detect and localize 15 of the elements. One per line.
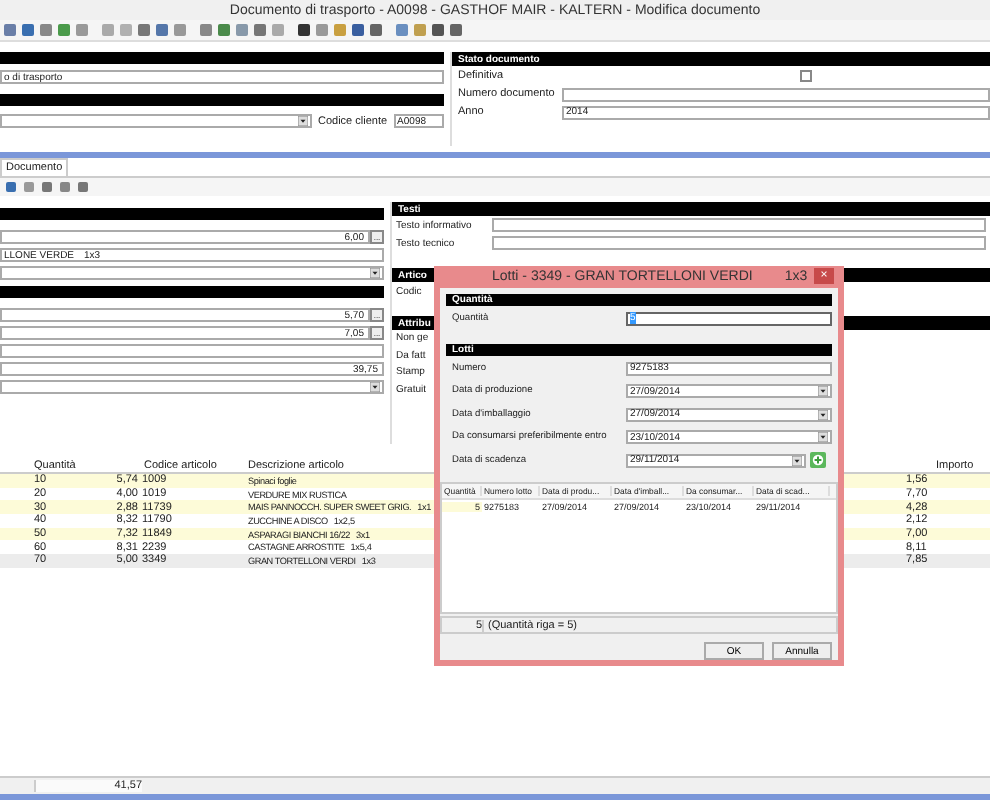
dropdown-arrow-icon[interactable]	[818, 409, 828, 420]
dropdown-arrow-icon[interactable]	[818, 432, 828, 443]
text-field[interactable]	[492, 236, 986, 250]
dropdown-field[interactable]	[0, 266, 384, 280]
dropdown-field[interactable]	[0, 380, 384, 394]
checkbox[interactable]	[800, 70, 812, 82]
number-field[interactable]	[0, 344, 384, 358]
dropdown-arrow-icon[interactable]	[370, 268, 380, 278]
dropdown-arrow-icon[interactable]	[792, 455, 802, 466]
plus-icon[interactable]	[810, 452, 826, 469]
dropdown-arrow-icon[interactable]	[370, 382, 380, 392]
text-field[interactable]	[562, 87, 990, 101]
dropdown-arrow-icon[interactable]	[818, 386, 828, 397]
text-field[interactable]	[492, 218, 986, 232]
dropdown-arrow-icon[interactable]	[298, 116, 308, 126]
